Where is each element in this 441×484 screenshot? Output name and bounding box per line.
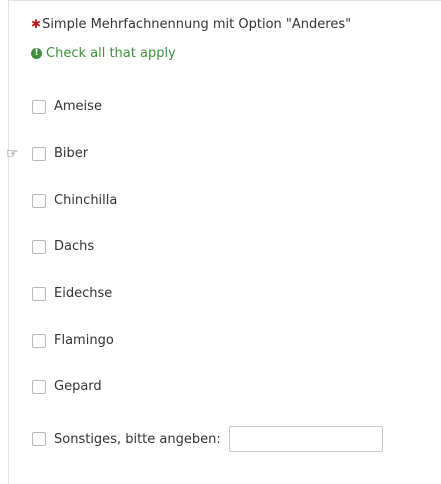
option-label: Biber <box>54 146 89 161</box>
question-title: ✱Simple Mehrfachnennung mit Option "Ande… <box>31 17 351 32</box>
option-ameise[interactable]: Ameise <box>32 99 102 114</box>
option-label: Chinchilla <box>54 193 118 208</box>
option-label: Ameise <box>54 99 102 114</box>
option-eidechse[interactable]: Eidechse <box>32 286 112 301</box>
required-asterisk-icon: ✱ <box>31 17 42 31</box>
option-label: Eidechse <box>54 286 113 301</box>
checkbox[interactable] <box>32 286 46 301</box>
hint-text: Check all that apply <box>46 46 176 61</box>
info-icon: ! <box>31 48 42 59</box>
checkbox[interactable] <box>32 333 46 348</box>
option-dachs[interactable]: Dachs <box>32 239 94 254</box>
checkbox[interactable] <box>32 432 46 446</box>
checkbox[interactable] <box>32 146 46 161</box>
option-chinchilla[interactable]: Chinchilla <box>32 193 117 208</box>
option-other: Sonstiges, bitte angeben: <box>32 426 383 452</box>
option-label: Flamingo <box>54 333 114 348</box>
cursor-hand-icon: ☞ <box>6 146 19 162</box>
question-hint: ! Check all that apply <box>31 46 176 61</box>
question-panel: ☞ ✱Simple Mehrfachnennung mit Option "An… <box>6 0 441 484</box>
checkbox[interactable] <box>32 193 46 208</box>
option-flamingo[interactable]: Flamingo <box>32 333 114 348</box>
option-biber[interactable]: Biber <box>32 146 88 161</box>
option-gepard[interactable]: Gepard <box>32 379 102 394</box>
option-label: Gepard <box>54 379 102 394</box>
checkbox[interactable] <box>32 239 46 254</box>
checkbox[interactable] <box>32 379 46 394</box>
checkbox[interactable] <box>32 99 46 114</box>
other-text-input[interactable] <box>228 426 383 452</box>
option-label: Dachs <box>54 239 95 254</box>
option-label: Sonstiges, bitte angeben: <box>54 431 221 447</box>
question-text: Simple Mehrfachnennung mit Option "Ander… <box>42 17 352 32</box>
